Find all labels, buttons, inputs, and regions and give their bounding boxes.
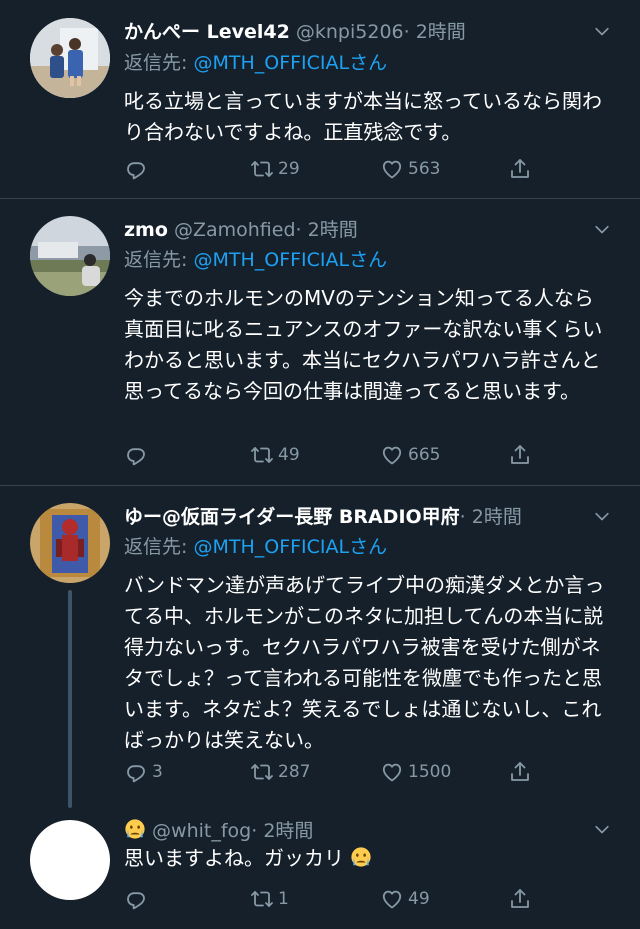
retweet-button[interactable]: 287 bbox=[250, 758, 310, 786]
caret-down-icon[interactable] bbox=[592, 220, 612, 240]
avatar[interactable] bbox=[30, 820, 110, 900]
reply-icon bbox=[124, 157, 148, 181]
like-button[interactable]: 563 bbox=[380, 155, 440, 183]
tweet-header: zmo @Zamohfied· 2時間 bbox=[124, 215, 580, 245]
reply-mention-link[interactable]: @MTH_OFFICIAL bbox=[193, 249, 349, 271]
reply-button[interactable] bbox=[124, 441, 152, 469]
tweet[interactable]: ゆー@仮面ライダー長野 BRADIO甲府· 2時間 返信先: @MTH_OFFI… bbox=[0, 486, 640, 810]
tweet-header: かんぺー Level42 @knpi5206· 2時間 bbox=[124, 17, 580, 47]
share-button[interactable] bbox=[508, 441, 536, 469]
user-handle[interactable]: @Zamohfied bbox=[174, 219, 296, 241]
retweet-count: 49 bbox=[278, 445, 300, 465]
share-icon bbox=[508, 760, 532, 784]
reply-context: 返信先: @MTH_OFFICIALさん bbox=[124, 532, 387, 559]
tweet-text: バンドマン達が声あげてライブ中の痴漢ダメとか言ってる中、ホルモンがこのネタに加担… bbox=[124, 573, 605, 752]
like-count: 49 bbox=[408, 889, 430, 909]
retweet-button[interactable]: 49 bbox=[250, 441, 300, 469]
reply-button[interactable] bbox=[124, 155, 152, 183]
share-icon bbox=[508, 887, 532, 911]
retweet-count: 29 bbox=[278, 159, 300, 179]
retweet-icon bbox=[250, 887, 274, 911]
caret-down-icon[interactable] bbox=[592, 820, 612, 840]
timestamp[interactable]: · 2時間 bbox=[460, 506, 522, 528]
reply-mention-link[interactable]: @MTH_OFFICIAL bbox=[193, 52, 349, 74]
tweet-actions: 29 563 bbox=[124, 155, 544, 183]
reply-mention-link[interactable]: @MTH_OFFICIAL bbox=[193, 536, 349, 558]
user-handle[interactable]: @whit_fog bbox=[152, 820, 251, 842]
retweet-icon bbox=[250, 443, 274, 467]
retweet-button[interactable]: 29 bbox=[250, 155, 300, 183]
tweet-header: @whit_fog· 2時間 bbox=[124, 816, 580, 846]
caret-down-icon[interactable] bbox=[592, 507, 612, 527]
timestamp[interactable]: · 2時間 bbox=[251, 820, 313, 842]
tweet-text: 今までのホルモンのMVのテンション知ってる人なら真面目に叱るニュアンスのオファー… bbox=[124, 286, 603, 403]
retweet-count: 1 bbox=[278, 889, 289, 909]
retweet-icon bbox=[250, 157, 274, 181]
reply-prefix: 返信先: bbox=[124, 249, 194, 271]
share-button[interactable] bbox=[508, 885, 536, 913]
user-handle[interactable]: @knpi5206 bbox=[296, 21, 404, 43]
reply-prefix: 返信先: bbox=[124, 536, 194, 558]
reply-suffix: さん bbox=[349, 52, 388, 74]
reply-context: 返信先: @MTH_OFFICIALさん bbox=[124, 48, 387, 75]
reply-context: 返信先: @MTH_OFFICIALさん bbox=[124, 245, 387, 272]
tweet-text: 叱る立場と言っていますが本当に怒っているなら関わり合わないですよね。正直残念です… bbox=[124, 89, 602, 144]
reply-icon bbox=[124, 760, 148, 784]
like-button[interactable]: 665 bbox=[380, 441, 440, 469]
like-button[interactable]: 1500 bbox=[380, 758, 451, 786]
share-button[interactable] bbox=[508, 758, 536, 786]
reply-suffix: さん bbox=[349, 536, 388, 558]
like-icon bbox=[380, 157, 404, 181]
reply-icon bbox=[124, 887, 148, 911]
share-icon bbox=[508, 443, 532, 467]
like-count: 563 bbox=[408, 159, 441, 179]
timestamp[interactable]: · 2時間 bbox=[404, 21, 466, 43]
crying-face-emoji bbox=[350, 846, 372, 868]
retweet-count: 287 bbox=[278, 762, 311, 782]
avatar[interactable] bbox=[30, 18, 110, 98]
retweet-icon bbox=[250, 760, 274, 784]
tweet[interactable]: @whit_fog· 2時間 思いますよね。ガッカリ 1 49 bbox=[0, 810, 640, 929]
tweet-header: ゆー@仮面ライダー長野 BRADIO甲府· 2時間 bbox=[124, 502, 580, 532]
tweet-actions: 3 287 1500 bbox=[124, 758, 544, 786]
avatar[interactable] bbox=[30, 503, 110, 583]
reply-count: 3 bbox=[152, 762, 163, 782]
reply-icon bbox=[124, 443, 148, 467]
tweet-text-content: 思いますよね。ガッカリ bbox=[124, 846, 344, 870]
like-count: 1500 bbox=[408, 762, 452, 782]
tweet[interactable]: かんぺー Level42 @knpi5206· 2時間 返信先: @MTH_OF… bbox=[0, 0, 640, 198]
like-icon bbox=[380, 887, 404, 911]
thread-connector bbox=[68, 590, 72, 808]
display-name[interactable]: ゆー@仮面ライダー長野 BRADIO甲府 bbox=[124, 506, 460, 528]
caret-down-icon[interactable] bbox=[592, 22, 612, 42]
avatar[interactable] bbox=[30, 216, 110, 296]
reply-suffix: さん bbox=[349, 249, 388, 271]
tweet[interactable]: zmo @Zamohfied· 2時間 返信先: @MTH_OFFICIALさん… bbox=[0, 199, 640, 485]
tweet-actions: 1 49 bbox=[124, 885, 544, 913]
crying-face-emoji bbox=[124, 818, 146, 840]
display-name[interactable]: かんぺー Level42 bbox=[124, 21, 290, 43]
reply-prefix: 返信先: bbox=[124, 52, 194, 74]
like-count: 665 bbox=[408, 445, 441, 465]
reply-button[interactable]: 3 bbox=[124, 758, 163, 786]
share-icon bbox=[508, 157, 532, 181]
like-icon bbox=[380, 760, 404, 784]
timestamp[interactable]: · 2時間 bbox=[296, 219, 358, 241]
retweet-button[interactable]: 1 bbox=[250, 885, 289, 913]
share-button[interactable] bbox=[508, 155, 536, 183]
tweet-actions: 49 665 bbox=[124, 441, 544, 469]
like-icon bbox=[380, 443, 404, 467]
tweet-text: 思いますよね。ガッカリ bbox=[124, 843, 610, 874]
display-name[interactable]: zmo bbox=[124, 219, 168, 241]
like-button[interactable]: 49 bbox=[380, 885, 430, 913]
reply-button[interactable] bbox=[124, 885, 152, 913]
